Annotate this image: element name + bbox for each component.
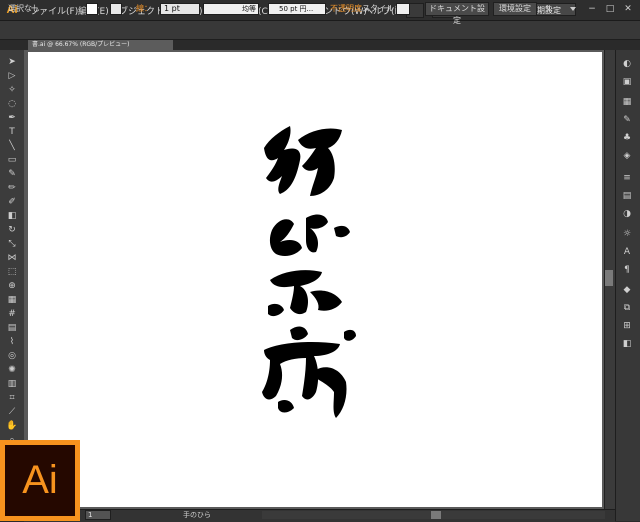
line-tool-icon[interactable]: ╲ bbox=[6, 140, 18, 152]
direct-selection-tool-icon[interactable]: ▷ bbox=[6, 70, 18, 82]
rectangle-tool-icon[interactable]: ▭ bbox=[6, 154, 18, 166]
artboards-panel-icon[interactable]: ⧉ bbox=[620, 302, 634, 314]
stroke-profile-select[interactable]: 均等 bbox=[203, 3, 259, 15]
minimize-icon[interactable]: − bbox=[586, 4, 598, 14]
free-transform-tool-icon[interactable]: ⬚ bbox=[6, 266, 18, 278]
brush-definition-select[interactable]: 50 pt 円... bbox=[268, 3, 326, 15]
character-panel-icon[interactable]: A bbox=[620, 246, 634, 258]
swatches-panel-icon[interactable]: ▦ bbox=[620, 96, 634, 108]
brushes-panel-icon[interactable]: ✎ bbox=[620, 114, 634, 126]
magic-wand-tool-icon[interactable]: ✧ bbox=[6, 84, 18, 96]
stroke-panel-icon[interactable]: ≡ bbox=[620, 172, 634, 184]
paintbrush-tool-icon[interactable]: ✎ bbox=[6, 168, 18, 180]
document-tab[interactable]: 書.ai @ 66.67% (RGB/プレビュー) bbox=[28, 40, 173, 50]
vertical-scroll-thumb[interactable] bbox=[605, 270, 613, 286]
selection-status: 選択なし bbox=[8, 4, 40, 13]
pathfinder-panel-icon[interactable]: ◧ bbox=[620, 338, 634, 350]
illustrator-logo: Ai bbox=[5, 445, 75, 516]
lasso-tool-icon[interactable]: ◌ bbox=[6, 98, 18, 110]
stroke-label[interactable]: 線： bbox=[136, 3, 152, 15]
chevron-down-icon bbox=[570, 7, 576, 11]
stroke-swatch[interactable] bbox=[110, 3, 122, 15]
eyedropper-tool-icon[interactable]: ⌇ bbox=[6, 336, 18, 348]
eraser-tool-icon[interactable]: ◧ bbox=[6, 210, 18, 222]
selection-tool-icon[interactable]: ➤ bbox=[6, 56, 18, 68]
type-tool-icon[interactable]: T bbox=[6, 126, 18, 138]
scale-tool-icon[interactable]: ⤡ bbox=[6, 238, 18, 250]
blob-brush-tool-icon[interactable]: ✐ bbox=[6, 196, 18, 208]
column-graph-tool-icon[interactable]: ▥ bbox=[6, 378, 18, 390]
close-icon[interactable]: ✕ bbox=[622, 4, 634, 14]
stroke-weight-field[interactable]: 1 pt bbox=[160, 3, 200, 15]
current-tool-status: 手のひら bbox=[183, 511, 211, 519]
artboard-navigation-field[interactable]: 1 bbox=[85, 510, 111, 520]
symbols-panel-icon[interactable]: ♣ bbox=[620, 132, 634, 144]
transparency-panel-icon[interactable]: ◑ bbox=[620, 208, 634, 220]
horizontal-scroll-thumb[interactable] bbox=[431, 511, 441, 519]
opacity-label[interactable]: 不透明度 bbox=[330, 3, 362, 15]
color-panel-icon[interactable]: ◐ bbox=[620, 58, 634, 70]
document-setup-button[interactable]: ドキュメント設定 bbox=[425, 2, 489, 25]
mesh-tool-icon[interactable]: # bbox=[6, 308, 18, 320]
graphic-styles-panel-icon[interactable]: ◈ bbox=[620, 150, 634, 162]
pen-tool-icon[interactable]: ✒ bbox=[6, 112, 18, 124]
maximize-icon[interactable]: □ bbox=[604, 4, 616, 14]
appearance-panel-icon[interactable]: ☼ bbox=[620, 228, 634, 240]
gradient-tool-icon[interactable]: ▤ bbox=[6, 322, 18, 334]
fill-swatch[interactable] bbox=[86, 3, 98, 15]
calligraphy-artwork[interactable] bbox=[250, 120, 360, 420]
graphic-style-swatch[interactable] bbox=[396, 3, 410, 15]
rotate-tool-icon[interactable]: ↻ bbox=[6, 224, 18, 236]
symbol-sprayer-tool-icon[interactable]: ✺ bbox=[6, 364, 18, 376]
layers-panel-icon[interactable]: ◆ bbox=[620, 284, 634, 296]
width-tool-icon[interactable]: ⋈ bbox=[6, 252, 18, 264]
artboard-tool-icon[interactable]: ⌗ bbox=[6, 392, 18, 404]
preferences-button[interactable]: 環境設定 bbox=[493, 2, 537, 16]
pencil-tool-icon[interactable]: ✏ bbox=[6, 182, 18, 194]
align-panel-icon[interactable]: ⊞ bbox=[620, 320, 634, 332]
gradient-panel-icon[interactable]: ▤ bbox=[620, 190, 634, 202]
shape-builder-tool-icon[interactable]: ⊕ bbox=[6, 280, 18, 292]
hand-tool-icon[interactable]: ✋ bbox=[6, 420, 18, 432]
arrange-icon[interactable]: ⇅ bbox=[545, 3, 552, 15]
control-bar bbox=[0, 21, 640, 40]
blend-tool-icon[interactable]: ◎ bbox=[6, 350, 18, 362]
paragraph-panel-icon[interactable]: ¶ bbox=[620, 264, 634, 276]
color-guide-icon[interactable]: ▣ bbox=[620, 76, 634, 88]
slice-tool-icon[interactable]: ⟋ bbox=[6, 406, 18, 418]
perspective-grid-tool-icon[interactable]: ▦ bbox=[6, 294, 18, 306]
